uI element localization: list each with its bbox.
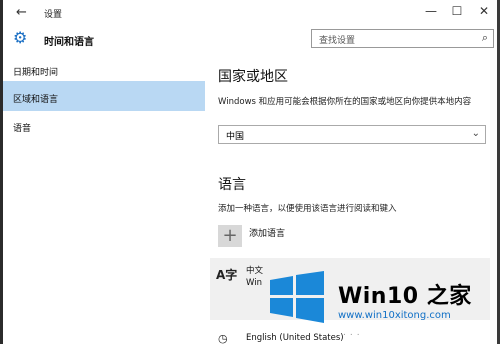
watermark-brand: Win10 之家: [338, 284, 472, 309]
watermark: Win10 之家 www.win10xitong.com ...: [268, 268, 493, 344]
section-title: 时间和语言: [44, 37, 94, 48]
region-select[interactable]: 中国 ⌄: [218, 125, 486, 144]
window-title: 设置: [44, 10, 63, 20]
windows-logo: [270, 271, 324, 323]
sidebar-item-speech[interactable]: 语音: [3, 110, 205, 140]
watermark-url-fragment: ...: [343, 328, 364, 338]
back-arrow-icon[interactable]: ←: [16, 5, 27, 20]
language-heading: 语言: [218, 177, 246, 193]
add-language-button[interactable]: +: [218, 225, 242, 247]
language-subtitle: Win: [246, 278, 262, 288]
sidebar-item-region-language[interactable]: 区域和语言: [3, 81, 205, 111]
watermark-url: www.win10xitong.com: [338, 310, 451, 321]
region-heading: 国家或地区: [218, 69, 288, 85]
add-language-label[interactable]: 添加语言: [249, 226, 285, 239]
search-input[interactable]: 查找设置 ⌕: [311, 29, 494, 48]
clock-icon: ◷: [218, 332, 228, 344]
language-icon: A字: [216, 268, 238, 282]
sidebar-item-date-time[interactable]: 日期和时间: [3, 54, 205, 84]
gear-icon: ⚙: [13, 28, 28, 47]
language-description: 添加一种语言，以便使用该语言进行阅读和键入: [218, 204, 397, 214]
chevron-down-icon: ⌄: [471, 128, 480, 139]
region-description: Windows 和应用可能会根据你所在的国家或地区向你提供本地内容: [218, 97, 472, 107]
sidebar: 日期和时间 区域和语言 语音: [3, 52, 205, 344]
language-name: 中文: [246, 266, 264, 276]
maximize-button[interactable]: ☐: [442, 4, 472, 18]
search-placeholder: 查找设置: [319, 36, 356, 46]
region-select-value: 中国: [226, 132, 245, 142]
search-icon[interactable]: ⌕: [482, 31, 488, 45]
close-button[interactable]: ✕: [469, 4, 499, 18]
settings-header: ⚙ 时间和语言 查找设置 ⌕: [3, 26, 497, 52]
title-bar: ← 设置 — ☐ ✕: [3, 0, 497, 26]
